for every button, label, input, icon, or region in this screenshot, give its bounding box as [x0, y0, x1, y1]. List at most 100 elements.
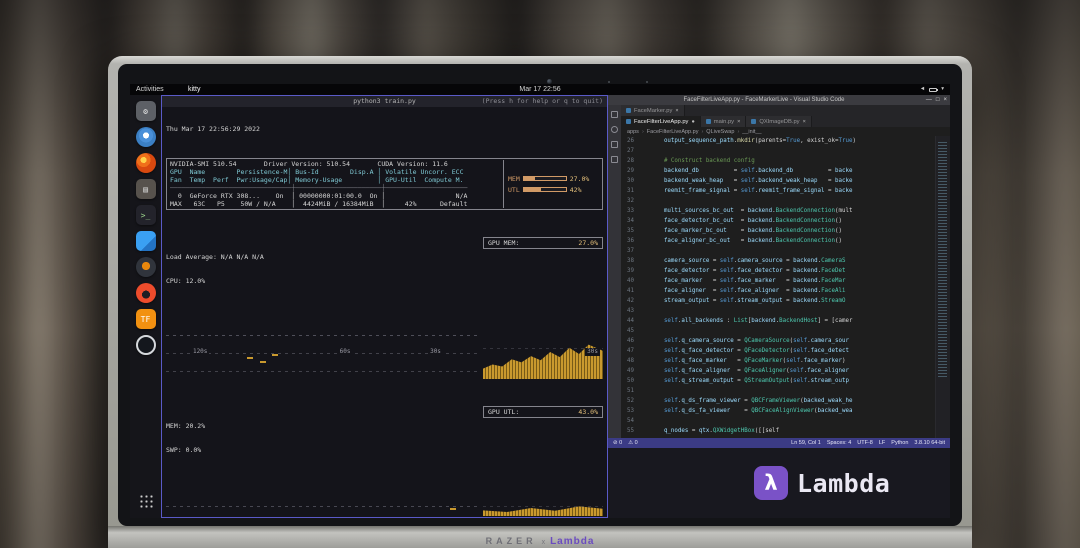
gpu-mem-history-graph: 30s — [483, 327, 603, 379]
tab-main-py[interactable]: main.py × — [700, 116, 747, 127]
gpu-utl-history-graph — [483, 496, 603, 516]
code-line: 46 self.q_camera_source = QCameraSource(… — [627, 338, 849, 344]
vscode-title: FaceFilterLiveApp.py - FaceMarkerLive - … — [683, 97, 845, 103]
chromium-icon[interactable] — [135, 127, 156, 147]
lambda-logo-text: Lambda — [550, 536, 595, 547]
dock: ⚙ ▤ >_ TF — [130, 95, 161, 518]
window-controls: — □ × — [926, 95, 947, 105]
minimap[interactable] — [935, 136, 950, 438]
lambda-wordmark: Lambda — [797, 468, 891, 498]
smi-gauges: MEM 27.0% UTL 42% — [503, 160, 599, 208]
code-line: 45 — [627, 328, 634, 334]
code-line: 42 stream_output = self.stream_output = … — [627, 298, 846, 304]
status-item[interactable]: ⚠ 0 — [628, 440, 638, 446]
screen: Activities kitty Mar 17 22:56 ◄ ▾ ⚙ ▤ >_ TF … — [130, 84, 950, 518]
breadcrumb-item[interactable]: apps — [627, 129, 639, 135]
explorer-icon[interactable] — [611, 111, 618, 118]
tab-qximagedb-py[interactable]: QXImageDB.py × — [746, 116, 812, 127]
code-line: 52 self.q_ds_frame_viewer = QBCFrameView… — [627, 398, 853, 404]
pytorch-icon[interactable] — [135, 283, 156, 303]
status-item[interactable]: 3.8.10 64-bit — [914, 440, 945, 446]
source-control-icon[interactable] — [611, 141, 618, 148]
tab-facefilterliveapp-py[interactable]: FaceFilterLiveApp.py ● — [621, 116, 701, 127]
terminal-window[interactable]: python3 train.py (Press h for help or q … — [161, 95, 608, 518]
status-item[interactable]: LF — [879, 440, 885, 446]
code-line: 51 — [627, 388, 634, 394]
status-item[interactable]: Ln 59, Col 1 — [791, 440, 821, 446]
blender-icon[interactable] — [135, 257, 156, 277]
vscode-window: FaceFilterLiveApp.py - FaceMarkerLive - … — [608, 95, 950, 448]
code-line: 48 self.q_face_marker = QFaceMarker(self… — [627, 358, 846, 364]
smi-table: NVIDIA-SMI 510.54 Driver Version: 510.54… — [170, 160, 503, 208]
code-line: 55 q_nodes = qtx.QXWidgetHBox([[self — [627, 428, 780, 434]
code-line: 44 self.all_backends : List[backend.Back… — [627, 318, 853, 324]
photo-stage: RAZER x Lambda Activities kitty Mar 17 22:… — [0, 0, 1080, 548]
code-line: 34 face_detector_bc_out = backend.Backen… — [627, 218, 842, 224]
code-line: 40 face_marker = self.face_marker = back… — [627, 278, 846, 284]
cpu-usage: CPU: 12.0% — [166, 277, 206, 285]
tab-row-2: FaceFilterLiveApp.py ● main.py × QXImageDB.p… — [621, 116, 950, 127]
breadcrumb-item[interactable]: QLiveSwap — [706, 129, 734, 135]
status-item[interactable]: UTF-8 — [857, 440, 873, 446]
code-line: 41 face_aligner = self.face_aligner = ba… — [627, 288, 846, 294]
clock[interactable]: Mar 17 22:56 — [130, 84, 950, 95]
code-lines: 26 output_sequence_path.mkdir(parents=Tr… — [621, 136, 935, 438]
status-item[interactable]: Spaces: 4 — [827, 440, 851, 446]
breadcrumb-item[interactable]: FaceFilterLiveApp.py — [647, 129, 699, 135]
tab-facemarker-py[interactable]: FaceMarker.py × — [621, 105, 685, 116]
code-line: 37 — [627, 248, 634, 254]
gpu-mem-box: GPU MEM: 27.0% — [483, 237, 603, 249]
code-line: 54 — [627, 418, 634, 424]
mic-dot — [608, 81, 610, 83]
files-icon[interactable]: ▤ — [135, 179, 156, 199]
code-line: 27 — [627, 148, 634, 154]
smi-row: GPU Name Persistence-M│ Bus-Id Disp.A │ … — [170, 168, 464, 176]
desktop-wallpaper: λ Lambda — [608, 448, 950, 518]
code-line: 26 output_sequence_path.mkdir(parents=Tr… — [627, 138, 856, 144]
breadcrumb-item[interactable]: __init__ — [742, 129, 761, 135]
mem-usage: MEM: 20.2% — [166, 422, 206, 430]
gauge-utl: UTL 42% — [508, 185, 582, 194]
system-tray[interactable]: ◄ ▾ — [920, 84, 944, 95]
smi-row: ───────────────────────────────┼────────… — [170, 184, 468, 192]
vscode-status-bar: ⊘ 0 ⚠ 0 Ln 59, Col 1 Spaces: 4 UTF-8 LF Pytho… — [608, 438, 950, 448]
python-file-icon — [705, 119, 711, 124]
terminal-help-hint: (Press h for help or q to quit) — [481, 97, 603, 105]
gpu-mem-label: GPU MEM: — [488, 239, 520, 247]
status-item[interactable]: Python — [891, 440, 908, 446]
cpu-history-graph: 120s 60s 30s — [166, 327, 478, 379]
battery-icon — [929, 87, 939, 92]
app-grid-icon[interactable] — [138, 493, 153, 508]
code-line: 35 face_marker_bc_out = backend.BackendC… — [627, 228, 842, 234]
breadcrumb: apps › FaceFilterLiveApp.py › QLiveSwap › __in… — [621, 127, 950, 136]
vscode-icon[interactable] — [135, 231, 156, 251]
code-line: 29 backend_db = self.backend_db = backe — [627, 168, 853, 174]
vscode-titlebar[interactable]: FaceFilterLiveApp.py - FaceMarkerLive - … — [608, 95, 950, 105]
code-line: 39 face_detector = self.face_detector = … — [627, 268, 846, 274]
tab-row-1: FaceMarker.py × — [621, 105, 950, 116]
firefox-icon[interactable] — [135, 153, 156, 173]
code-line: 30 backend_weak_heap = self.backend_weak… — [627, 178, 853, 184]
tensorflow-icon[interactable]: TF — [135, 309, 156, 329]
terminal-titlebar[interactable]: python3 train.py (Press h for help or q … — [162, 96, 607, 107]
status-item[interactable]: ⊘ 0 — [613, 440, 622, 446]
window-control[interactable]: □ — [936, 95, 940, 105]
smi-row: NVIDIA-SMI 510.54 Driver Version: 510.54… — [170, 160, 448, 168]
search-icon[interactable] — [611, 126, 618, 133]
code-editor[interactable]: 26 output_sequence_path.mkdir(parents=Tr… — [621, 136, 950, 438]
status-right: Ln 59, Col 1 Spaces: 4 UTF-8 LF Python 3.8.10… — [791, 440, 945, 446]
terminal-body[interactable]: Thu Mar 17 22:56:29 2022 NVIDIA-SMI 510.… — [162, 107, 607, 517]
vscode-activity-bar — [608, 105, 621, 438]
settings-icon[interactable]: ⚙ — [135, 101, 156, 121]
code-line: 49 self.q_face_aligner = QFaceAligner(se… — [627, 368, 849, 374]
window-control[interactable]: × — [943, 95, 947, 105]
obs-icon[interactable] — [135, 335, 156, 355]
lambda-glyph-icon: λ — [754, 466, 788, 500]
lambda-logo: λ Lambda — [754, 466, 890, 500]
code-line: 31 reemit_frame_signal = self.reemit_fra… — [627, 188, 853, 194]
run-debug-icon[interactable] — [611, 156, 618, 163]
window-control[interactable]: — — [926, 95, 932, 105]
terminal-icon[interactable]: >_ — [135, 205, 156, 225]
code-line: 32 — [627, 198, 634, 204]
axis-label: 120s — [190, 348, 210, 356]
